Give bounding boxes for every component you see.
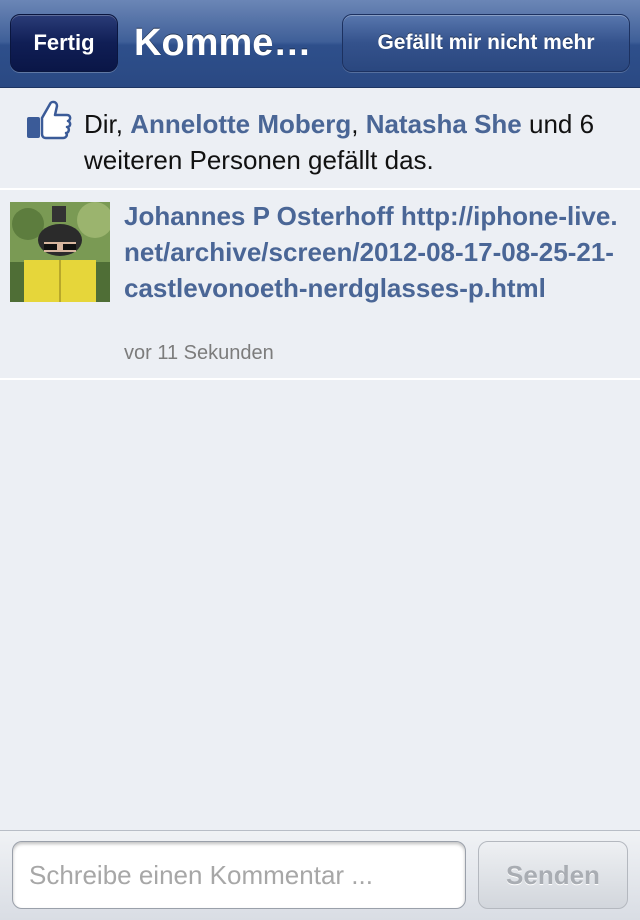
comment-composer: Senden — [0, 830, 640, 920]
thumbs-up-icon — [26, 100, 72, 140]
page-title: Komme… — [134, 22, 312, 64]
likes-summary: Dir, Annelotte Moberg, Natasha She und 6… — [0, 88, 640, 190]
comment-input[interactable] — [12, 841, 466, 909]
navigation-bar: Fertig Komme… Gefällt mir nicht mehr — [0, 0, 640, 88]
likes-prefix: Dir, — [84, 109, 131, 139]
comment-timestamp: vor 11 Sekunden — [124, 342, 274, 364]
comment-author-link[interactable]: Johannes P Osterhoff — [124, 201, 394, 231]
done-button[interactable]: Fertig — [10, 14, 118, 72]
comment-text: Johannes P Osterhoff http://iphone-live.… — [124, 198, 624, 306]
liker-name-link[interactable]: Natasha She — [366, 109, 522, 139]
send-button[interactable]: Senden — [478, 841, 628, 909]
comment-item: Johannes P Osterhoff http://iphone-live.… — [0, 190, 640, 380]
likes-separator: , — [351, 109, 366, 139]
liker-name-link[interactable]: Annelotte Moberg — [130, 109, 351, 139]
avatar[interactable] — [10, 202, 110, 302]
unlike-button[interactable]: Gefällt mir nicht mehr — [342, 14, 630, 72]
likes-text: Dir, Annelotte Moberg, Natasha She und 6… — [84, 106, 624, 178]
